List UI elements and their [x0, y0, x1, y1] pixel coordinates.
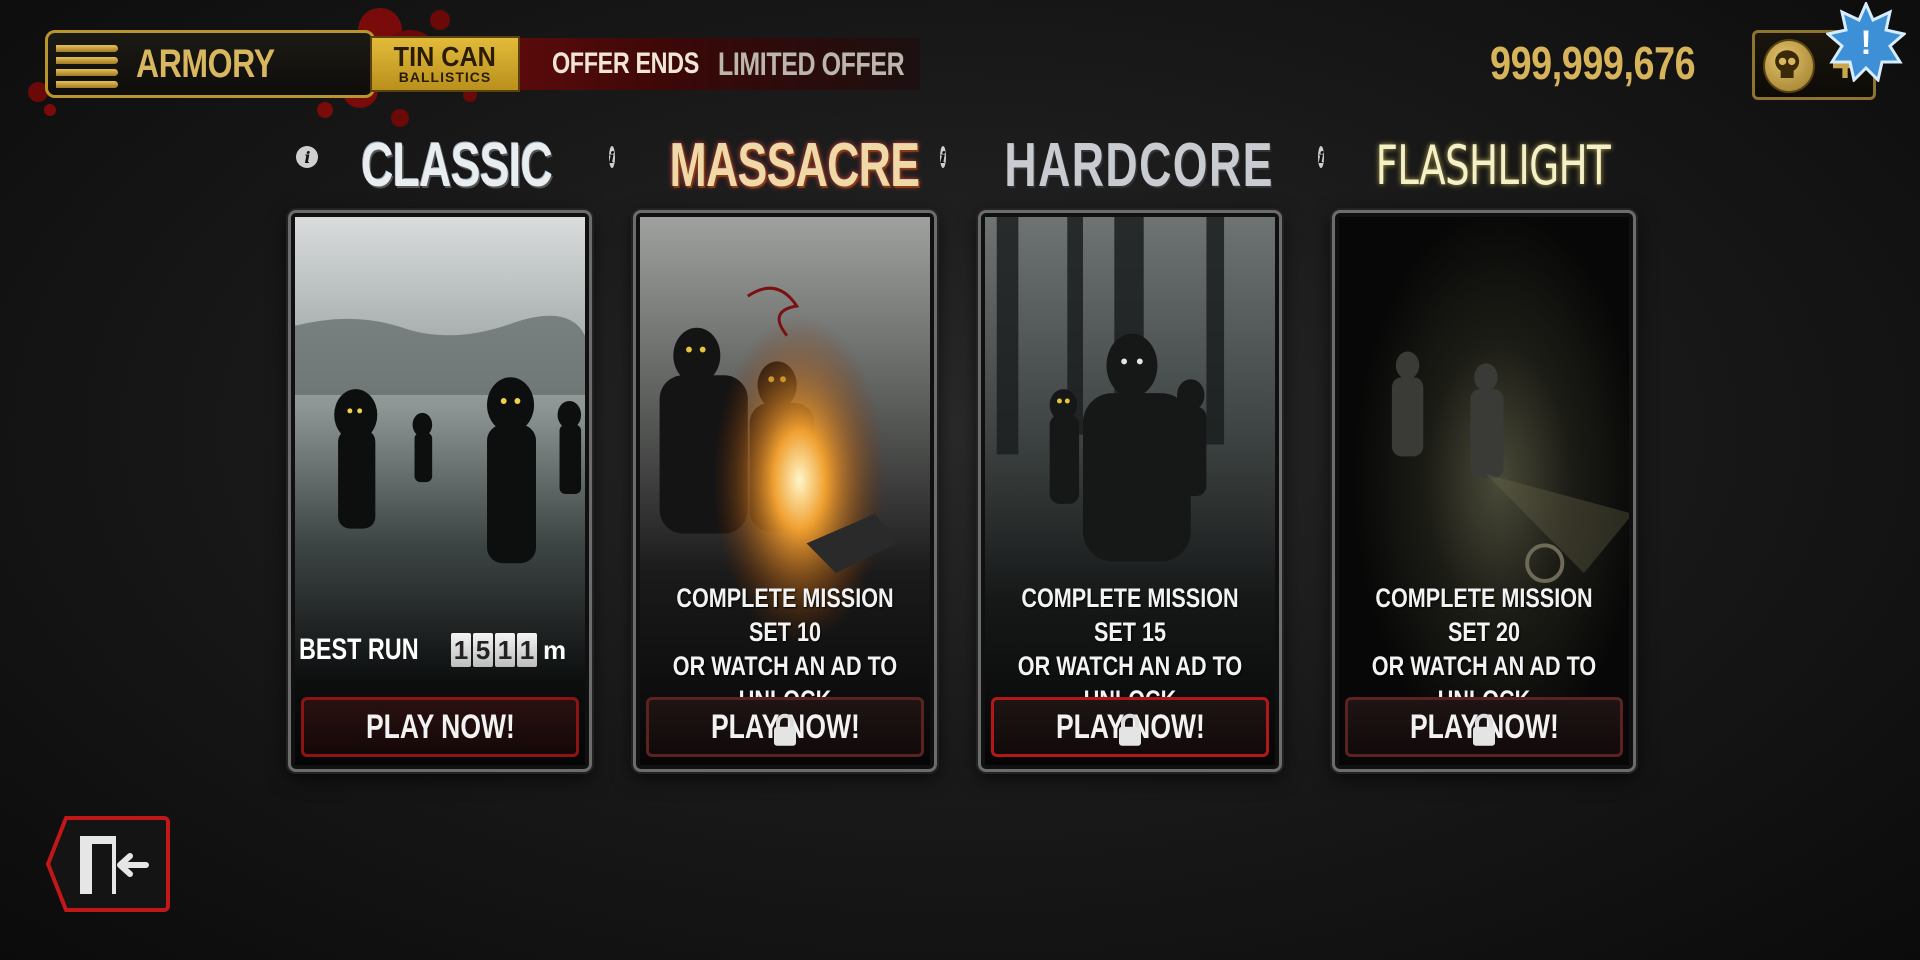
alert-badge-label: ! [1860, 24, 1871, 62]
info-icon[interactable]: i [296, 146, 319, 168]
play-now-button[interactable]: PLAY NOW! [1345, 697, 1623, 757]
play-now-button[interactable]: PLAY NOW! [991, 697, 1269, 757]
padlock-icon [1119, 713, 1141, 746]
padlock-icon [1473, 713, 1495, 746]
best-run-label: BEST RUN [299, 633, 419, 666]
padlock-icon [774, 713, 796, 746]
bullets-icon [48, 33, 128, 95]
mode-title-text: FLASHLIGHT [1375, 133, 1611, 197]
mode-title: i CLASSIC [288, 130, 598, 200]
tin-can-ballistics-logo[interactable]: TIN CAN BALLISTICS [370, 36, 520, 92]
armory-label: ARMORY [136, 41, 275, 86]
limited-offer-banner[interactable]: OFFER ENDS LIMITED OFFER [520, 38, 920, 90]
mode-flashlight: i FLASHLIGHT COMPLETE MISSION SET 20 OR … [1318, 130, 1642, 776]
odometer-digit: 1 [517, 633, 537, 667]
sponsor-line-1: TIN CAN [393, 41, 497, 72]
mode-title: i FLASHLIGHT [1318, 130, 1642, 200]
exit-button[interactable] [46, 814, 170, 914]
play-now-button[interactable]: PLAY NOW! [301, 697, 579, 757]
mode-hardcore: i HARDCORE COMPLETE MISSION SET 15 OR WA… [939, 130, 1288, 776]
mode-card-massacre[interactable]: COMPLETE MISSION SET 10 OR WATCH AN AD T… [633, 210, 937, 772]
info-icon[interactable]: i [939, 146, 946, 168]
mode-title-text: CLASSIC [361, 130, 554, 200]
limited-offer-label: LIMITED OFFER [718, 45, 905, 82]
offer-ends-label: OFFER ENDS [552, 47, 699, 80]
mode-title-text: MASSACRE [669, 130, 919, 200]
currency-amount: 999,999,676 [1490, 37, 1696, 89]
best-run-row: BEST RUN 1 5 1 1 m [299, 633, 589, 667]
info-icon[interactable]: i [1318, 146, 1325, 168]
mode-card-hardcore[interactable]: COMPLETE MISSION SET 15 OR WATCH AN AD T… [978, 210, 1282, 772]
sponsor-line-2: BALLISTICS [398, 69, 492, 85]
best-run-odometer: 1 5 1 1 [451, 633, 539, 667]
play-now-button[interactable]: PLAY NOW! [646, 697, 924, 757]
mode-classic: i CLASSIC BEST RUN 1 5 1 1 m PLAY NOW! [288, 130, 598, 776]
alert-burst-icon[interactable]: ! [1826, 2, 1906, 82]
mode-massacre: i MASSACRE COMPLETE MISSION SET 10 OR WA… [608, 130, 943, 776]
odometer-digit: 1 [495, 633, 515, 667]
mode-title-text: HARDCORE [1004, 130, 1274, 200]
mode-card-flashlight[interactable]: COMPLETE MISSION SET 20 OR WATCH AN AD T… [1332, 210, 1636, 772]
skull-coin-icon [1763, 39, 1815, 93]
mode-title: i HARDCORE [939, 130, 1288, 200]
best-run-unit: m [543, 634, 567, 665]
odometer-digit: 1 [451, 633, 471, 667]
mode-card-classic[interactable]: BEST RUN 1 5 1 1 m PLAY NOW! [288, 210, 592, 772]
info-icon[interactable]: i [608, 146, 615, 168]
mode-title: i MASSACRE [608, 130, 943, 200]
play-now-label: PLAY NOW! [365, 707, 515, 746]
odometer-digit: 5 [473, 633, 493, 667]
armory-button[interactable]: ARMORY [45, 30, 375, 98]
classic-artwork [295, 217, 585, 765]
